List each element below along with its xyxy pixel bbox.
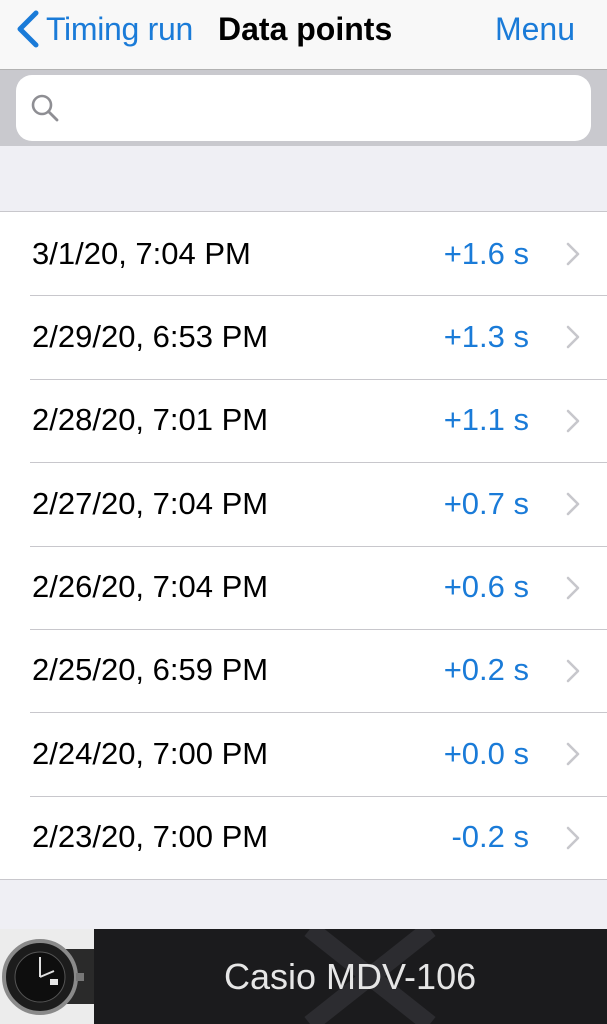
chevron-right-icon <box>566 492 580 516</box>
offset-value: +0.7 s <box>443 485 529 521</box>
offset-value: +0.2 s <box>443 652 529 688</box>
data-points-list: 3/1/20, 7:04 PM +1.6 s 2/29/20, 6:53 PM +1.… <box>0 211 607 881</box>
watch-banner[interactable]: Casio MDV-106 <box>0 929 607 1024</box>
chevron-right-icon <box>566 659 580 683</box>
chevron-right-icon <box>566 826 580 850</box>
chevron-right-icon <box>566 576 580 599</box>
back-button-label: Timing run <box>46 10 193 47</box>
timestamp: 2/28/20, 7:01 PM <box>32 402 269 438</box>
timestamp: 2/23/20, 7:00 PM <box>32 819 269 855</box>
timestamp: 3/1/20, 7:04 PM <box>32 235 251 271</box>
list-item[interactable]: 2/25/20, 6:59 PM +0.2 s <box>0 628 607 712</box>
offset-value: +0.0 s <box>443 735 529 771</box>
chevron-right-icon <box>566 743 580 766</box>
offset-value: -0.2 s <box>451 819 529 855</box>
back-button[interactable]: Timing run <box>14 8 193 50</box>
offset-value: +1.1 s <box>443 402 529 438</box>
timestamp: 2/27/20, 7:04 PM <box>32 485 269 521</box>
list-item[interactable]: 2/24/20, 7:00 PM +0.0 s <box>0 712 607 795</box>
timestamp: 2/25/20, 6:59 PM <box>32 652 269 688</box>
offset-value: +0.6 s <box>443 569 529 605</box>
menu-button[interactable]: Menu <box>495 8 575 50</box>
chevron-right-icon <box>566 409 580 433</box>
watch-name: Casio MDV-106 <box>224 955 477 997</box>
list-item[interactable]: 2/29/20, 6:53 PM +1.3 s <box>0 295 607 378</box>
chevron-left-icon <box>17 10 39 48</box>
list-item[interactable]: 3/1/20, 7:04 PM +1.6 s <box>0 212 607 295</box>
list-item[interactable]: 2/26/20, 7:04 PM +0.6 s <box>0 545 607 629</box>
search-field[interactable] <box>16 75 591 141</box>
chevron-right-icon <box>566 326 580 349</box>
list-item[interactable]: 2/28/20, 7:01 PM +1.1 s <box>0 378 607 462</box>
offset-value: +1.3 s <box>443 318 529 354</box>
search-icon <box>31 94 59 122</box>
watch-image <box>0 929 94 1024</box>
list-item[interactable]: 2/23/20, 7:00 PM -0.2 s <box>0 795 607 879</box>
list-item[interactable]: 2/27/20, 7:04 PM +0.7 s <box>0 462 607 545</box>
search-bar <box>0 70 607 146</box>
chevron-right-icon <box>566 242 580 266</box>
offset-value: +1.6 s <box>443 235 529 271</box>
page-title: Data points <box>218 10 393 47</box>
timestamp: 2/29/20, 6:53 PM <box>32 318 269 354</box>
timestamp: 2/24/20, 7:00 PM <box>32 735 269 771</box>
navigation-bar: Timing run Data points Menu <box>0 0 607 70</box>
timestamp: 2/26/20, 7:04 PM <box>32 569 269 605</box>
search-input[interactable] <box>70 92 570 124</box>
